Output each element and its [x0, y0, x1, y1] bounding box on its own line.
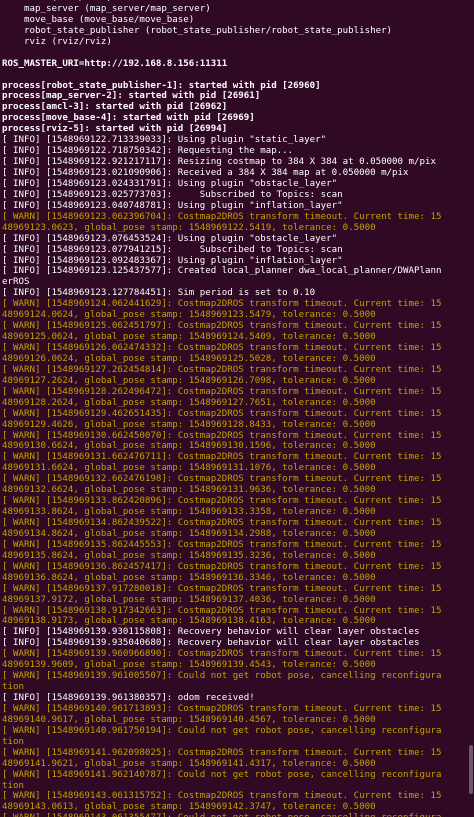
log-line-info: [ INFO] [1548969123.040748781]: Using pl…: [2, 200, 343, 211]
log-line-warn: [ WARN] [1548969139.961005507]: Could no…: [2, 671, 442, 682]
log-line-warn: [ WARN] [1548969140.961750194]: Could no…: [2, 725, 442, 736]
log-line-warn: 48969134.8624, global_pose stamp: 154896…: [2, 528, 376, 539]
log-line-info: [ INFO] [1548969122.718750342]: Requesti…: [2, 146, 294, 157]
log-line-warn: [ WARN] [1548969138.917342663]: Costmap2…: [2, 605, 442, 616]
log-line-warn: [ WARN] [1548969123.062396704]: Costmap2…: [2, 211, 442, 222]
log-line-info: [ INFO] [1548969123.092483367]: Using pl…: [2, 255, 343, 266]
log-line-info: move_base (move_base/move_base): [2, 14, 195, 25]
log-line-info: [2, 70, 466, 81]
log-line-warn: [ WARN] [1548969143.061355477]: Could no…: [2, 813, 466, 817]
log-line-process: process[map_server-2]: started with pid …: [2, 91, 261, 102]
log-line-info: [ INFO] [1548969122.713339033]: Using pl…: [2, 135, 327, 146]
log-line-warn: 48969138.9173, global_pose stamp: 154896…: [2, 616, 376, 627]
log-line-warn: [ WARN] [1548969130.662450070]: Costmap2…: [2, 430, 442, 441]
log-line-info: [ INFO] [1548969123.125437577]: Created …: [2, 266, 442, 277]
log-line-warn: [ WARN] [1548969139.960966890]: Costmap2…: [2, 649, 442, 660]
log-line-info: rviz (rviz/rviz): [2, 36, 112, 47]
log-line-warn: 48969125.0624, global_pose stamp: 154896…: [2, 332, 376, 343]
log-line-warn: [ WARN] [1548969132.662476198]: Costmap2…: [2, 474, 442, 485]
log-line-warn: 48969128.2624, global_pose stamp: 154896…: [2, 397, 376, 408]
log-line-warn: 48969140.9617, global_pose stamp: 154896…: [2, 714, 376, 725]
log-line-info: [ INFO] [1548969123.076453524]: Using pl…: [2, 233, 338, 244]
log-line-info: [ INFO] [1548969123.024331791]: Using pl…: [2, 178, 338, 189]
log-line-info: [2, 48, 466, 59]
log-line-warn: [ WARN] [1548969141.962098025]: Costmap2…: [2, 747, 442, 758]
log-line-warn: [ WARN] [1548969137.917280018]: Costmap2…: [2, 583, 442, 594]
log-line-warn: [ WARN] [1548969133.862420896]: Costmap2…: [2, 496, 442, 507]
log-line-info: [ INFO] [1548969122.921217117]: Resizing…: [2, 157, 437, 168]
scrollbar-thumb[interactable]: [469, 744, 473, 794]
log-line-process: process[amcl-3]: started with pid [26962…: [2, 102, 228, 113]
log-line-warn: 48969126.0624, global_pose stamp: 154896…: [2, 353, 376, 364]
log-line-warn: [ WARN] [1548969140.961713893]: Costmap2…: [2, 703, 442, 714]
log-line-warn: 48969143.0613, global_pose stamp: 154896…: [2, 802, 376, 813]
log-line-info: robot_state_publisher (robot_state_publi…: [2, 25, 393, 36]
log-line-warn: 48969137.9172, global_pose stamp: 154896…: [2, 594, 376, 605]
log-line-warn: [ WARN] [1548969136.862457417]: Costmap2…: [2, 561, 442, 572]
scrollbar[interactable]: [466, 0, 474, 817]
log-line-warn: tion: [2, 682, 24, 693]
log-line-info: [ INFO] [1548969139.935040680]: Recovery…: [2, 638, 420, 649]
log-line-info: [ INFO] [1548969139.930115808]: Recovery…: [2, 627, 420, 638]
log-line-info: [ INFO] [1548969139.961380357]: odom rec…: [2, 693, 255, 703]
log-line-warn: 48969132.6624, global_pose stamp: 154896…: [2, 485, 376, 496]
terminal-output[interactable]: amcl (amcl/amcl) map_server (map_server/…: [0, 0, 466, 817]
log-line-warn: tion: [2, 736, 24, 747]
log-line-warn: [ WARN] [1548969143.061315752]: Costmap2…: [2, 791, 442, 802]
log-line-warn: [ WARN] [1548969127.262454814]: Costmap2…: [2, 364, 442, 375]
log-line-warn: 48969141.9621, global_pose stamp: 154896…: [2, 758, 376, 769]
log-line-info: [ INFO] [1548969123.021090906]: Received…: [2, 168, 409, 178]
log-line-warn: [ WARN] [1548969141.962140787]: Could no…: [2, 769, 442, 780]
log-line-info: [ INFO] [1548969123.025773703]: Subscrib…: [2, 189, 343, 200]
log-line-warn: 48969129.4626, global_pose stamp: 154896…: [2, 419, 376, 430]
log-line-process: process[rviz-5]: started with pid [26994…: [2, 124, 228, 135]
log-line-warn: 48969123.0623, global_pose stamp: 154896…: [2, 222, 376, 233]
log-line-warn: [ WARN] [1548969125.062451797]: Costmap2…: [2, 321, 442, 332]
log-line-warn: 48969131.6624, global_pose stamp: 154896…: [2, 463, 376, 474]
log-line-warn: 48969139.9609, global_pose stamp: 154896…: [2, 660, 376, 671]
log-line-warn: [ WARN] [1548969135.862445553]: Costmap2…: [2, 539, 442, 550]
log-line-info: [ INFO] [1548969123.127784451]: Sim peri…: [2, 288, 316, 299]
log-line-warn: tion: [2, 780, 24, 791]
log-line-warn: [ WARN] [1548969126.062474332]: Costmap2…: [2, 343, 442, 353]
log-line-warn: 48969135.8624, global_pose stamp: 154896…: [2, 550, 376, 561]
log-line-warn: [ WARN] [1548969134.862439522]: Costmap2…: [2, 518, 442, 528]
log-line-warn: [ WARN] [1548969124.062441629]: Costmap2…: [2, 299, 442, 310]
log-line-warn: 48969136.8624, global_pose stamp: 154896…: [2, 572, 376, 583]
log-line-info: [ INFO] [1548969123.077941215]: Subscrib…: [2, 244, 343, 255]
log-line-warn: [ WARN] [1548969128.262496472]: Costmap2…: [2, 386, 442, 397]
log-line-process: ROS_MASTER_URI=http://192.168.8.156:1131…: [2, 58, 228, 69]
log-line-info: erROS: [2, 277, 30, 288]
log-line-process: process[robot_state_publisher-1]: starte…: [2, 80, 321, 91]
log-line-warn: [ WARN] [1548969129.462651435]: Costmap2…: [2, 408, 442, 419]
terminal-lines: amcl (amcl/amcl) map_server (map_server/…: [0, 0, 466, 817]
log-line-process: process[move_base-4]: started with pid […: [2, 113, 255, 124]
log-line-warn: 48969133.8624, global_pose stamp: 154896…: [2, 507, 376, 518]
log-line-warn: 48969127.2624, global_pose stamp: 154896…: [2, 375, 376, 386]
log-line-warn: 48969130.6624, global_pose stamp: 154896…: [2, 441, 376, 452]
log-line-warn: 48969124.0624, global_pose stamp: 154896…: [2, 310, 376, 321]
log-line-warn: [ WARN] [1548969131.662476711]: Costmap2…: [2, 452, 442, 463]
log-line-info: map_server (map_server/map_server): [2, 3, 211, 14]
